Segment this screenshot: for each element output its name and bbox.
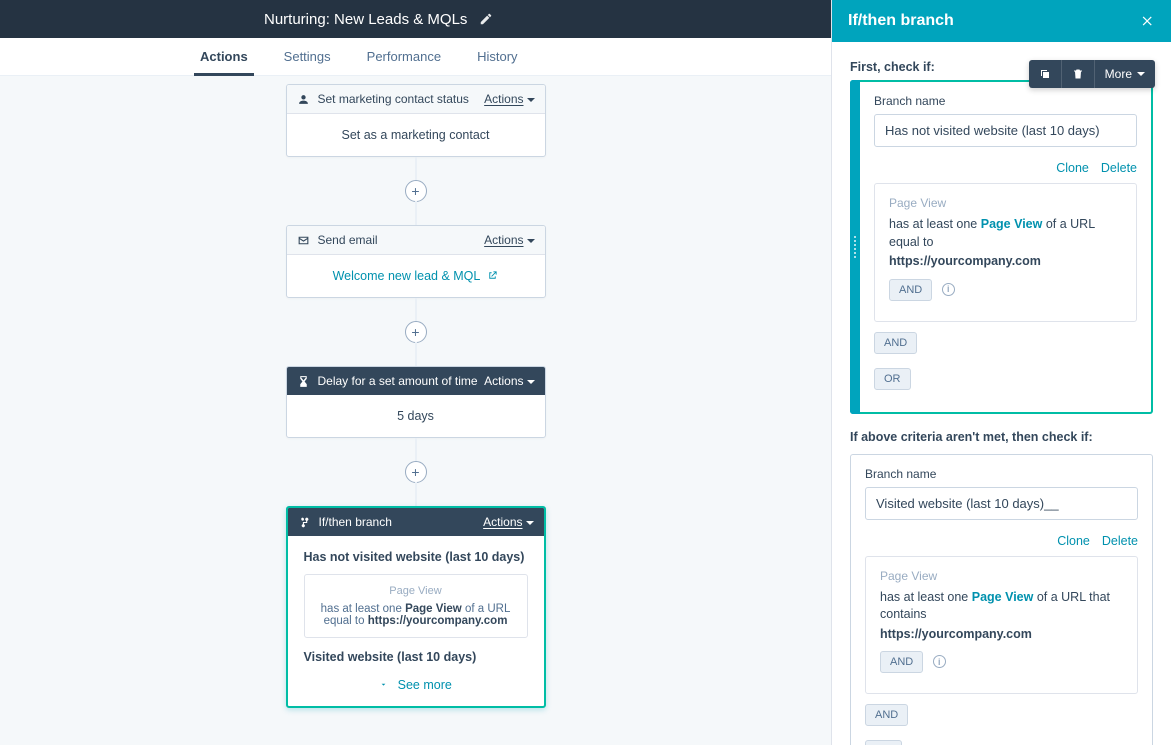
and-outer-chip[interactable]: AND	[865, 704, 908, 726]
branch2-title: Visited website (last 10 days)	[304, 650, 528, 664]
workflow-canvas[interactable]: Set marketing contact status Actions Set…	[0, 76, 831, 745]
trash-icon	[1072, 68, 1084, 80]
email-link[interactable]: Welcome new lead & MQL	[333, 269, 499, 283]
workflow-card-set-contact-status[interactable]: Set marketing contact status Actions Set…	[286, 84, 546, 157]
chevron-down-icon	[379, 680, 388, 689]
and-inner-chip[interactable]: AND	[880, 651, 923, 673]
branch-name-input[interactable]	[865, 487, 1138, 520]
info-icon[interactable]: i	[933, 655, 946, 668]
delete-button[interactable]	[1062, 60, 1095, 88]
and-inner-chip[interactable]: AND	[889, 279, 932, 301]
user-icon	[297, 93, 310, 106]
card-actions-menu[interactable]: Actions	[484, 233, 534, 247]
and-outer-chip[interactable]: AND	[874, 332, 917, 354]
tab-settings[interactable]: Settings	[284, 38, 331, 75]
workflow-title: Nurturing: New Leads & MQLs	[264, 11, 467, 28]
card-header-label: If/then branch	[319, 515, 392, 529]
branch-name-label: Branch name	[874, 94, 1137, 108]
panel-header: If/then branch	[832, 0, 1171, 42]
card-body: 5 days	[287, 395, 545, 437]
branch1-condition-summary: Page View has at least one Page View of …	[304, 574, 528, 638]
workflow-card-ifthen[interactable]: If/then branch Actions Has not visited w…	[286, 506, 546, 708]
clone-link[interactable]: Clone	[1056, 161, 1089, 175]
panel-title: If/then branch	[848, 12, 954, 30]
branch-editor-2: Branch name Clone Delete Page View has a…	[850, 454, 1153, 745]
edit-title-icon[interactable]	[479, 12, 493, 26]
add-step-button[interactable]: +	[405, 180, 427, 202]
dropdown-caret-icon	[527, 380, 535, 384]
dropdown-caret-icon	[1137, 72, 1145, 76]
second-check-label: If above criteria aren't met, then check…	[850, 430, 1153, 444]
workflow-card-send-email[interactable]: Send email Actions Welcome new lead & MQ…	[286, 225, 546, 298]
tab-performance[interactable]: Performance	[367, 38, 441, 75]
or-chip[interactable]: OR	[874, 368, 911, 390]
card-body: Set as a marketing contact	[287, 114, 545, 156]
clone-link[interactable]: Clone	[1057, 534, 1090, 548]
dropdown-caret-icon	[526, 521, 534, 525]
branch1-title: Has not visited website (last 10 days)	[304, 550, 528, 564]
dropdown-caret-icon	[527, 239, 535, 243]
card-actions-menu[interactable]: Actions	[484, 92, 534, 106]
hourglass-icon	[297, 375, 310, 388]
condition-editor[interactable]: Page View has at least one Page View of …	[865, 556, 1138, 695]
card-header-label: Delay for a set amount of time	[318, 374, 478, 388]
card-header-label: Set marketing contact status	[318, 92, 469, 106]
add-step-button[interactable]: +	[405, 461, 427, 483]
dropdown-caret-icon	[527, 98, 535, 102]
branch-name-label: Branch name	[865, 467, 1138, 481]
branch-toolbar: More	[1029, 60, 1155, 88]
close-panel-button[interactable]	[1141, 14, 1155, 28]
side-panel: If/then branch More First, check if: Bra…	[831, 0, 1171, 745]
branch-name-input[interactable]	[874, 114, 1137, 147]
delete-link[interactable]: Delete	[1102, 534, 1138, 548]
card-actions-menu[interactable]: Actions	[484, 374, 534, 388]
branch-icon	[298, 516, 311, 529]
branch-editor-1: Branch name Clone Delete Page View has a…	[850, 80, 1153, 414]
condition-editor[interactable]: Page View has at least one Page View of …	[874, 183, 1137, 322]
delete-link[interactable]: Delete	[1101, 161, 1137, 175]
workflow-card-delay[interactable]: Delay for a set amount of time Actions 5…	[286, 366, 546, 438]
tab-history[interactable]: History	[477, 38, 517, 75]
email-icon	[297, 234, 310, 247]
info-icon[interactable]: i	[942, 283, 955, 296]
copy-icon	[1039, 68, 1051, 80]
see-more-link[interactable]: See more	[304, 678, 528, 692]
external-link-icon	[487, 270, 498, 281]
card-actions-menu[interactable]: Actions	[483, 515, 533, 529]
add-step-button[interactable]: +	[405, 321, 427, 343]
or-chip[interactable]: OR	[865, 740, 902, 745]
tab-actions[interactable]: Actions	[200, 38, 248, 75]
card-header-label: Send email	[318, 233, 378, 247]
drag-handle[interactable]	[850, 80, 860, 414]
duplicate-button[interactable]	[1029, 60, 1062, 88]
more-menu-button[interactable]: More	[1095, 60, 1155, 88]
